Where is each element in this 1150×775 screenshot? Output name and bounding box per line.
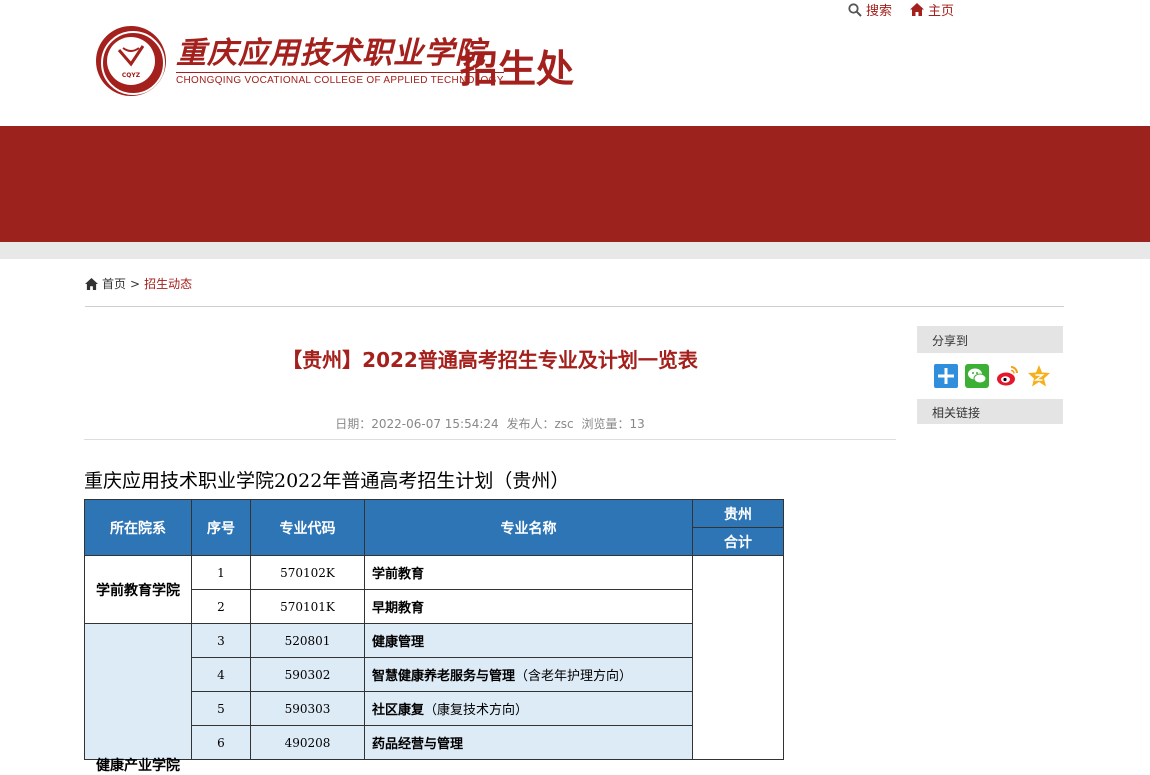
table-row: 健康产业学院 3 520801 健康管理 (84, 623, 784, 774)
row-no: 3 (191, 623, 251, 658)
wechat-icon[interactable] (965, 364, 989, 388)
breadcrumb-separator: > (130, 276, 141, 291)
row-code: 570101K (250, 589, 365, 624)
header-province: 贵州 (692, 499, 784, 528)
school-name: 重庆应用技术职业学院 CHONGQING VOCATIONAL COLLEGE … (176, 36, 504, 86)
row-code: 490208 (250, 725, 365, 760)
seal-text: CQYZ (121, 72, 141, 79)
main-nav: 首页 学院介绍 招生动态 招生章程 在线报名 准考证打印 入学指南 资料下载 (0, 126, 1150, 352)
total-cell (692, 555, 784, 760)
nav-item-apply[interactable]: 在线报名 (604, 271, 668, 295)
search-link-label: 搜索 (866, 4, 893, 19)
department-title: 招生处 (460, 47, 575, 91)
enrollment-plan-table: 所在院系 序号 专业代码 专业名称 贵州 合计 学前教育学院 1 570102K… (84, 499, 784, 774)
major-note: （康复技术方向） (424, 703, 529, 718)
share-panel: 分享到 相关链接 (917, 326, 1063, 424)
nav-item-ticket[interactable]: 准考证打印 (734, 271, 814, 295)
plus-share-icon[interactable] (934, 364, 958, 388)
row-code: 590302 (250, 657, 365, 692)
weibo-icon[interactable] (996, 364, 1020, 388)
meta-divider (84, 439, 896, 440)
dept-cell: 健康产业学院 (84, 623, 192, 774)
breadcrumb-current[interactable]: 招生动态 (144, 275, 192, 292)
row-name: 学前教育 (364, 555, 693, 590)
dept-cell: 学前教育学院 (84, 555, 192, 624)
share-title: 分享到 (917, 326, 1063, 353)
header-code: 专业代码 (250, 499, 365, 556)
school-name-cn: 重庆应用技术职业学院 (176, 36, 486, 71)
header-dept: 所在院系 (84, 499, 192, 556)
row-code: 570102K (250, 555, 365, 590)
nav-item-about[interactable]: 学院介绍 (214, 271, 278, 295)
row-no: 4 (191, 657, 251, 692)
article-author: 发布人：zsc (506, 417, 574, 431)
row-code: 520801 (250, 623, 365, 658)
article-meta: 日期：2022-06-07 15:54:24 发布人：zsc 浏览量：13 (84, 415, 896, 432)
dept-cell-label: 健康产业学院 (96, 758, 180, 774)
home-icon (85, 277, 98, 290)
nav-bottom-bar (0, 242, 1150, 259)
search-link[interactable]: 搜索 (848, 0, 892, 19)
school-logo[interactable]: CQYZ 重庆应用技术职业学院 CHONGQING VOCATIONAL COL… (96, 26, 504, 96)
nav-item-charter[interactable]: 招生章程 (474, 271, 538, 295)
row-no: 5 (191, 691, 251, 726)
major-name: 学前教育 (372, 567, 425, 582)
table-row: 学前教育学院 1 570102K 学前教育 (84, 555, 784, 760)
article-subtitle: 重庆应用技术职业学院2022年普通高考招生计划（贵州） (84, 470, 570, 492)
share-icons (917, 353, 1063, 399)
row-no: 6 (191, 725, 251, 760)
qzone-star-icon[interactable] (1027, 364, 1051, 388)
major-note: （含老年护理方向） (515, 669, 633, 684)
nav-item-news[interactable]: 招生动态 (344, 271, 408, 295)
related-links-title: 相关链接 (917, 399, 1063, 424)
row-no: 2 (191, 589, 251, 624)
row-name: 健康管理 (364, 623, 693, 658)
article-title: 【贵州】2022普通高考招生专业及计划一览表 (282, 348, 698, 372)
search-icon (848, 2, 862, 17)
row-no: 1 (191, 555, 251, 590)
major-name: 社区康复 (372, 703, 425, 718)
major-name: 智慧健康养老服务与管理 (372, 669, 516, 684)
header-no: 序号 (191, 499, 251, 556)
top-links: 搜索 主页 (848, 0, 954, 19)
major-name: 健康管理 (372, 635, 425, 650)
seal-swoosh-icon (117, 45, 145, 67)
school-name-en: CHONGQING VOCATIONAL COLLEGE OF APPLIED … (176, 72, 504, 86)
table-header-row: 所在院系 序号 专业代码 专业名称 贵州 (84, 499, 784, 556)
breadcrumb: 首页 > 招生动态 (85, 275, 192, 292)
breadcrumb-home[interactable]: 首页 (102, 275, 126, 292)
article-views: 浏览量：13 (581, 417, 645, 431)
header-name: 专业名称 (364, 499, 693, 556)
row-name: 药品经营与管理 (364, 725, 693, 760)
row-name: 社区康复（康复技术方向） (364, 691, 693, 726)
row-name: 智慧健康养老服务与管理（含老年护理方向） (364, 657, 693, 692)
row-code: 590303 (250, 691, 365, 726)
article-date: 日期：2022-06-07 15:54:24 (335, 417, 499, 431)
nav-item-guide[interactable]: 入学指南 (880, 271, 944, 295)
row-name: 早期教育 (364, 589, 693, 624)
header-total: 合计 (692, 527, 784, 556)
site-header: CQYZ 重庆应用技术职业学院 CHONGQING VOCATIONAL COL… (0, 0, 1150, 126)
breadcrumb-divider (85, 306, 1064, 307)
home-link-label: 主页 (928, 4, 955, 19)
home-icon (910, 3, 925, 16)
school-seal-emblem: CQYZ (96, 26, 166, 96)
major-name: 早期教育 (372, 601, 425, 616)
home-link[interactable]: 主页 (910, 0, 954, 19)
